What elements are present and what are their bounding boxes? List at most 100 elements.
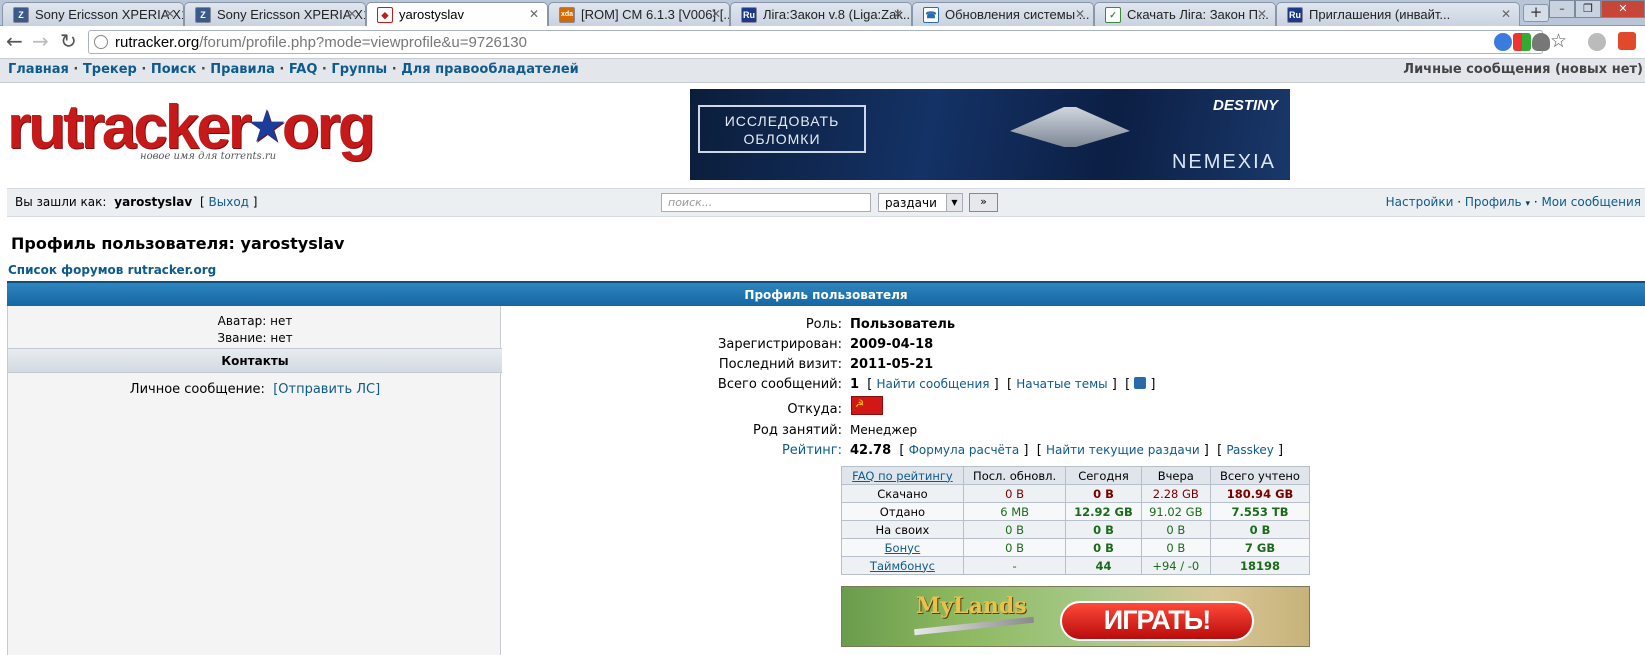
tab-8[interactable]: Ru Приглашения (инвайт... ✕ bbox=[1276, 2, 1520, 26]
send-pm-link[interactable]: [Отправить ЛС] bbox=[273, 382, 380, 397]
tab-4[interactable]: xda [ROM] CM 6.1.3 [V006] [... ✕ bbox=[548, 2, 730, 26]
registered-value: 2009-04-18 bbox=[850, 337, 934, 352]
new-tab-button[interactable]: + bbox=[1523, 4, 1549, 22]
posts-value: 1 [ Найти сообщения ] [ Начатые темы ] [… bbox=[850, 377, 1156, 392]
tab-6[interactable]: ☎ Обновления системы ... ✕ bbox=[912, 2, 1094, 26]
settings-link[interactable]: Настройки bbox=[1386, 195, 1454, 209]
close-icon[interactable]: ✕ bbox=[1075, 7, 1085, 21]
find-posts-link[interactable]: Найти сообщения bbox=[877, 377, 990, 391]
col-total: Всего учтено bbox=[1209, 466, 1311, 485]
close-icon[interactable]: ✕ bbox=[165, 7, 175, 21]
menu-home[interactable]: Главная bbox=[8, 62, 69, 77]
table-row: Бонус 0 B 0 B 0 B 7 GB bbox=[841, 538, 1311, 557]
close-icon[interactable]: ✕ bbox=[1501, 7, 1511, 21]
profile-left-column: Аватар: нет Звание: нет Контакты Личное … bbox=[7, 306, 502, 655]
close-icon[interactable]: ✕ bbox=[711, 7, 721, 21]
banner-brand: DESTINY bbox=[1212, 97, 1278, 114]
rutracker-icon: ◆ bbox=[377, 7, 393, 23]
bulb-extension-icon[interactable] bbox=[1532, 33, 1550, 51]
close-icon[interactable]: ✕ bbox=[893, 7, 903, 21]
banner-cta: ИССЛЕДОВАТЬ ОБЛОМКИ bbox=[698, 105, 866, 153]
username: yarostyslav bbox=[114, 195, 193, 209]
ussr-flag-icon: ☭ bbox=[851, 396, 883, 415]
search-scope-select[interactable]: раздачи ▼ bbox=[878, 193, 963, 212]
forum-list-link[interactable]: Список форумов rutracker.org bbox=[8, 263, 216, 277]
address-bar[interactable]: rutracker.org/forum/profile.php?mode=vie… bbox=[88, 30, 1543, 54]
bookmark-star-icon[interactable]: ☆ bbox=[1550, 30, 1567, 52]
private-messages-link[interactable]: Личные сообщения (новых нет) bbox=[1403, 62, 1643, 77]
role-label: Роль: bbox=[805, 317, 842, 332]
back-icon[interactable]: ← bbox=[6, 29, 23, 53]
rss-icon[interactable] bbox=[1134, 377, 1147, 389]
rating-value: 42.78 [ Формула расчёта ] [ Найти текущи… bbox=[850, 443, 1284, 458]
user-bar: Вы зашли как: yarostyslav [ Выход ] поис… bbox=[7, 188, 1645, 217]
menu-groups[interactable]: Группы bbox=[331, 62, 387, 77]
close-icon[interactable]: ✕ bbox=[529, 7, 539, 21]
profile-panel-header: Профиль пользователя bbox=[7, 281, 1645, 306]
download-icon: ✓ bbox=[1105, 7, 1121, 23]
started-topics-link[interactable]: Начатые темы bbox=[1016, 377, 1107, 391]
site-menu: Главная · Трекер · Поиск · Правила · FAQ… bbox=[0, 59, 1645, 83]
play-button[interactable]: ИГРАТЬ! bbox=[1060, 601, 1254, 641]
from-label: Откуда: bbox=[787, 402, 842, 417]
tab-3-active[interactable]: ◆ yarostyslav ✕ bbox=[366, 2, 548, 27]
mylands-logo: MyLands bbox=[916, 593, 1027, 619]
dropdown-icon[interactable]: ▾ bbox=[1525, 199, 1530, 209]
wrench-menu-icon[interactable] bbox=[1618, 32, 1636, 50]
tab-5[interactable]: Ru Ліга:Закон v.8 (Liga:Zak... ✕ bbox=[730, 2, 912, 26]
google-extension-icon[interactable] bbox=[1494, 33, 1512, 51]
registered-label: Зарегистрирован: bbox=[718, 337, 842, 352]
close-icon[interactable]: ✕ bbox=[1257, 7, 1267, 21]
role-value: Пользователь bbox=[850, 317, 956, 332]
formula-link[interactable]: Формула расчёта bbox=[909, 443, 1020, 457]
rating-label-link[interactable]: Рейтинг: bbox=[502, 443, 842, 458]
menu-search[interactable]: Поиск bbox=[151, 62, 196, 77]
page-icon bbox=[94, 35, 108, 49]
pm-row: Личное сообщение: [Отправить ЛС] bbox=[129, 382, 381, 397]
current-releases-link[interactable]: Найти текущие раздачи bbox=[1046, 443, 1200, 457]
user-links: Настройки · Профиль ▾ · Мои сообщения bbox=[1385, 195, 1641, 209]
ad-banner-nemexia[interactable]: ИССЛЕДОВАТЬ ОБЛОМКИ DESTINY NEMEXIA bbox=[690, 89, 1290, 180]
table-row: Скачано 0 B 0 B 2.28 GB 180.94 GB bbox=[841, 484, 1311, 503]
col-today: Сегодня bbox=[1065, 466, 1142, 485]
table-row: На своих 0 B 0 B 0 B 0 B bbox=[841, 520, 1311, 539]
ad-banner-mylands[interactable]: MyLands ИГРАТЬ! bbox=[841, 586, 1310, 647]
last-visit-value: 2011-05-21 bbox=[850, 357, 934, 372]
close-icon[interactable]: ✕ bbox=[347, 7, 357, 21]
search-input[interactable]: поиск... bbox=[661, 193, 871, 212]
tab-1[interactable]: Z Sony Ericsson XPERIA X1... ✕ bbox=[2, 2, 184, 26]
ru-icon: Ru bbox=[1287, 7, 1303, 23]
tab-7[interactable]: ✓ Скачать Ліга: Закон П... ✕ bbox=[1094, 2, 1276, 26]
window-close-icon[interactable]: ✕ bbox=[1601, 0, 1645, 18]
menu-tracker[interactable]: Трекер bbox=[83, 62, 137, 77]
menu-rules[interactable]: Правила bbox=[210, 62, 275, 77]
faq-rating-link[interactable]: FAQ по рейтингу bbox=[841, 466, 964, 485]
menu-faq[interactable]: FAQ bbox=[289, 62, 318, 77]
browser-toolbar: ← → ↻ rutracker.org/forum/profile.php?mo… bbox=[0, 26, 1645, 59]
profile-link[interactable]: Профиль bbox=[1465, 195, 1522, 209]
maximize-icon[interactable]: ❐ bbox=[1575, 0, 1601, 18]
phone-icon: ☎ bbox=[923, 7, 939, 23]
forward-icon[interactable]: → bbox=[32, 29, 49, 53]
site-logo[interactable]: rutracker★org bbox=[7, 97, 376, 159]
table-row: Отдано 6 MB 12.92 GB 91.02 GB 7.553 TB bbox=[841, 502, 1311, 521]
disabled-extension-icon[interactable] bbox=[1588, 33, 1606, 51]
timebonus-link[interactable]: Таймбонус bbox=[841, 556, 964, 575]
bonus-link[interactable]: Бонус bbox=[841, 538, 964, 557]
passkey-link[interactable]: Passkey bbox=[1226, 443, 1274, 457]
tab-2[interactable]: Z Sony Ericsson XPERIA X1... ✕ bbox=[184, 2, 366, 26]
chevron-down-icon: ▼ bbox=[946, 194, 962, 211]
menu-links: Главная · Трекер · Поиск · Правила · FAQ… bbox=[8, 62, 579, 77]
search-go-button[interactable]: » bbox=[969, 193, 998, 212]
grid-extension-icon[interactable] bbox=[1513, 33, 1531, 51]
xda-icon: Z bbox=[195, 7, 211, 23]
minimize-icon[interactable]: – bbox=[1549, 0, 1575, 18]
logo-subtitle: новое имя для torrents.ru bbox=[140, 151, 277, 162]
my-messages-link[interactable]: Мои сообщения bbox=[1541, 195, 1641, 209]
contacts-header: Контакты bbox=[8, 348, 502, 373]
reload-icon[interactable]: ↻ bbox=[60, 29, 77, 53]
menu-copyright[interactable]: Для правообладателей bbox=[401, 62, 579, 77]
rank-info: Звание: нет bbox=[217, 331, 293, 345]
logout-link[interactable]: Выход bbox=[209, 195, 249, 209]
page-title: Профиль пользователя: yarostyslav bbox=[11, 234, 345, 253]
